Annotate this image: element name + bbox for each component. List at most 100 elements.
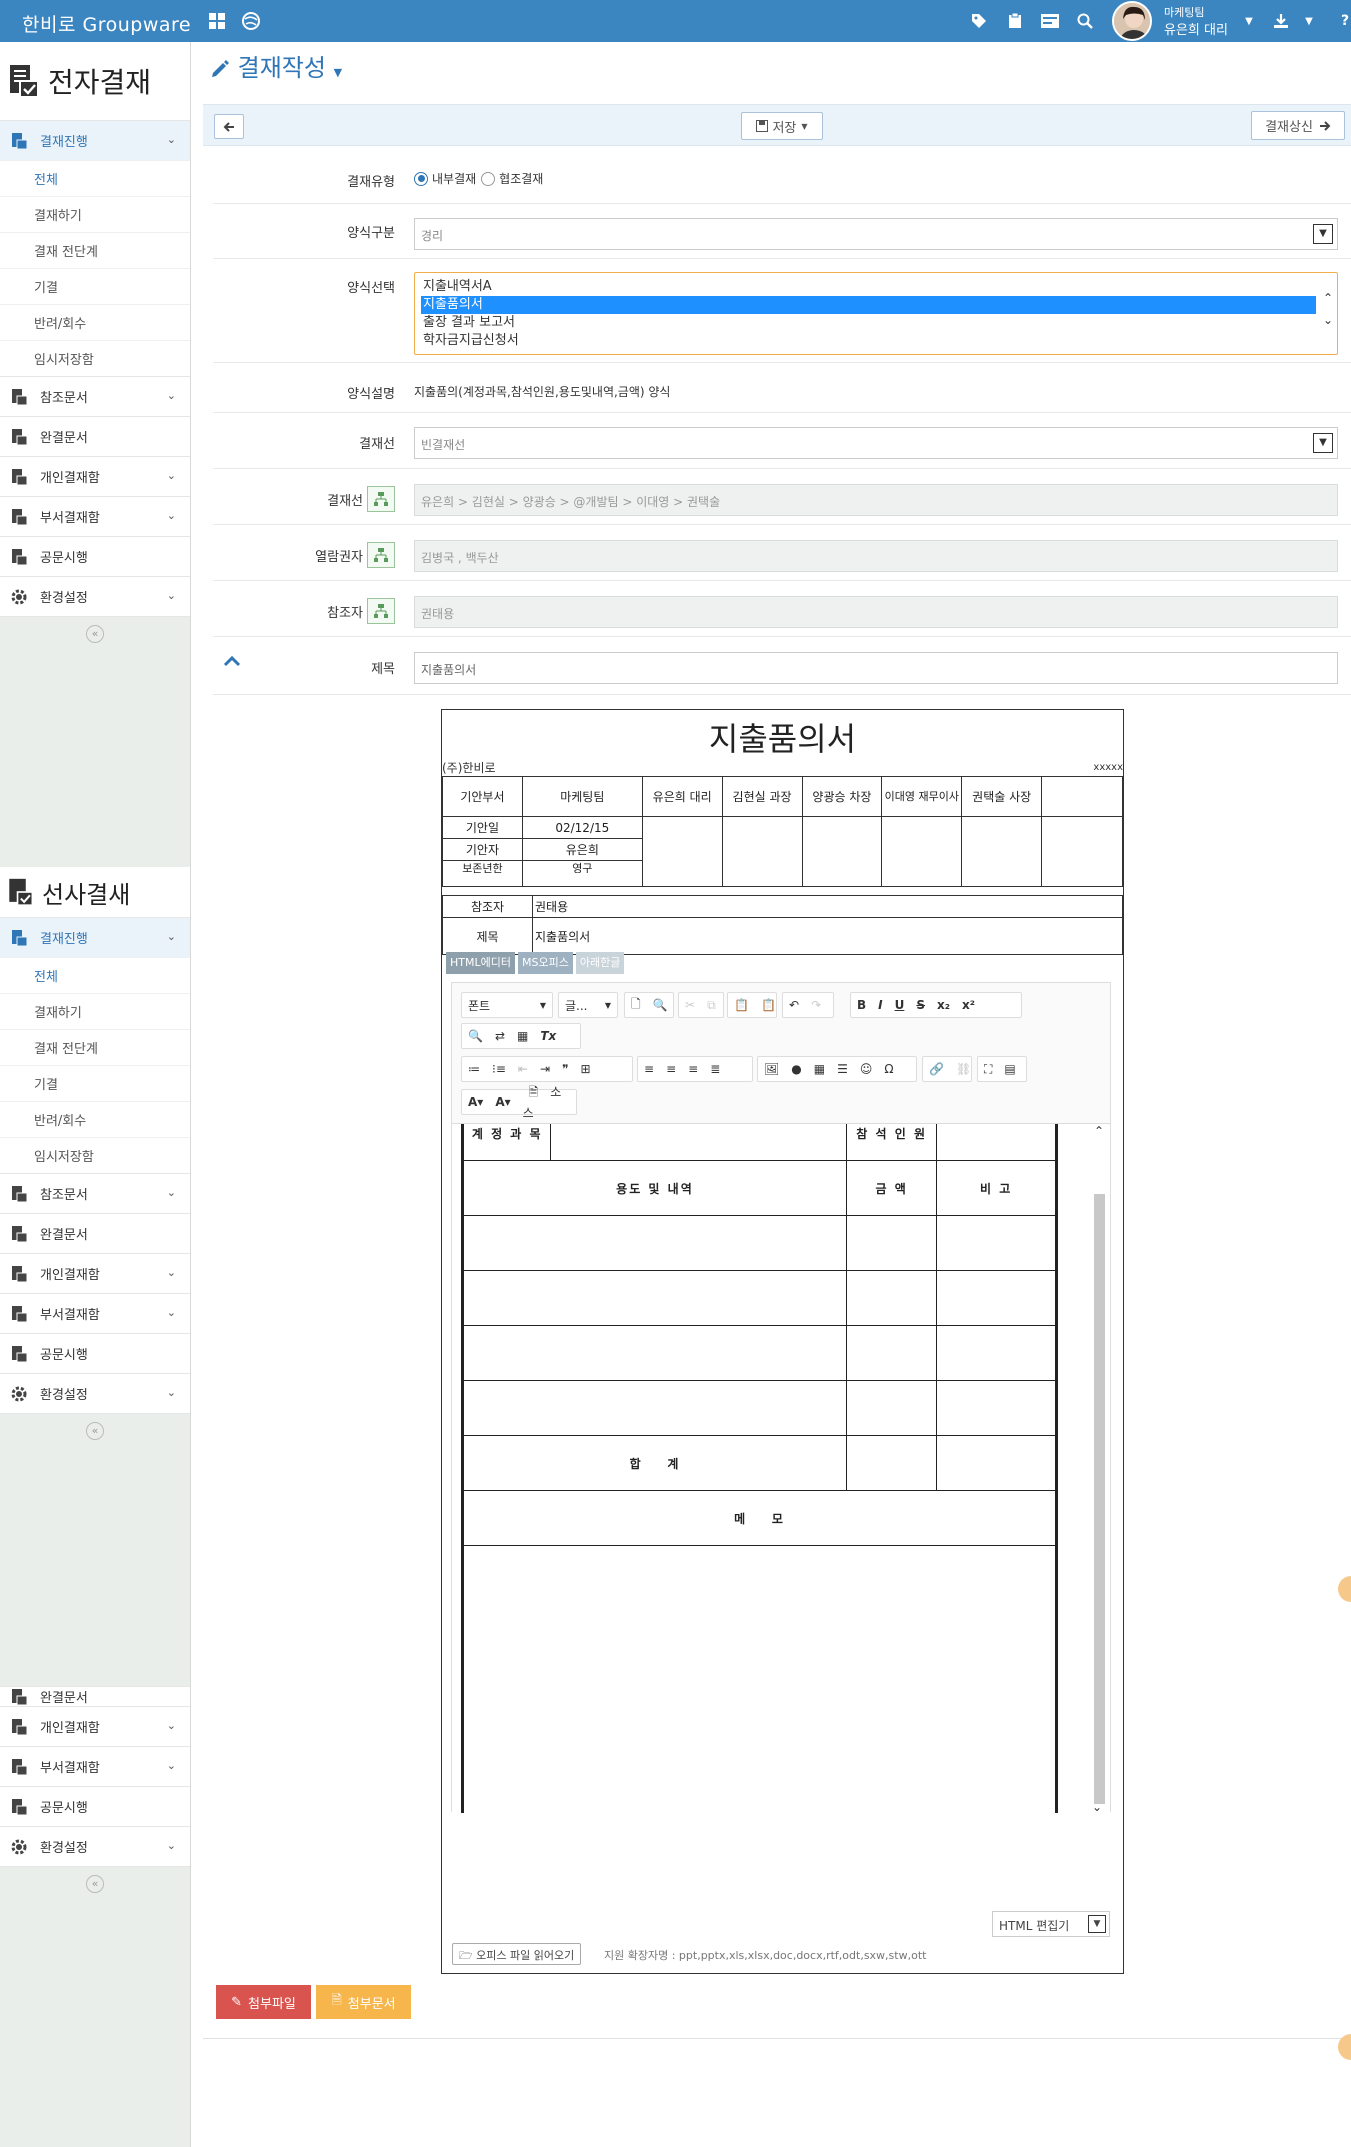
strike-icon[interactable]: S [910, 998, 931, 1012]
globe-icon[interactable] [240, 10, 262, 32]
redo-icon[interactable]: ↷ [805, 998, 827, 1012]
special-char-icon[interactable]: Ω [878, 1062, 899, 1076]
horizontal-rule-icon[interactable]: ☰ [831, 1062, 854, 1076]
form-option-selected[interactable]: 지출품의서 [421, 296, 1316, 314]
tab-ms-office[interactable]: MS오피스 [517, 952, 573, 974]
chevron-down-icon[interactable]: ⌄ [167, 1386, 176, 1399]
unlink-icon[interactable]: ⛓ [950, 1062, 977, 1076]
align-left-icon[interactable]: ≡ [638, 1062, 660, 1076]
sidebar-sub-all[interactable]: 전체 [0, 160, 190, 196]
card-icon[interactable] [1039, 10, 1061, 32]
download-icon[interactable] [1270, 10, 1292, 32]
bold-icon[interactable]: B [851, 998, 872, 1012]
bg-color-icon[interactable]: A▾ [489, 1095, 516, 1109]
tag-icon[interactable] [968, 10, 990, 32]
sidebar-sub-approve[interactable]: 결재하기 [0, 993, 190, 1029]
note-cell[interactable] [936, 1270, 1057, 1326]
usage-cell[interactable] [462, 1270, 847, 1326]
maximize-icon[interactable]: ⛶ [978, 1062, 998, 1077]
radio-internal[interactable] [414, 171, 428, 186]
tab-html-editor[interactable]: HTML에디터 [446, 952, 515, 974]
sidebar-sub-done[interactable]: 기결 [0, 268, 190, 304]
chevron-down-icon[interactable]: ⌄ [167, 1719, 176, 1732]
clipboard-icon[interactable] [1004, 10, 1026, 32]
scroll-up-icon[interactable]: ⌃ [1323, 287, 1333, 309]
outdent-icon[interactable]: ⇤ [512, 1062, 534, 1076]
scroll-thumb[interactable] [1094, 1194, 1105, 1804]
sidebar-item-reference[interactable]: 참조문서 ⌄ [0, 376, 190, 416]
bullet-list-icon[interactable]: ⁝≡ [486, 1062, 512, 1076]
div-icon[interactable]: ⊞ [574, 1062, 596, 1076]
sidebar-sub-pre-step[interactable]: 결재 전단계 [0, 1029, 190, 1065]
page-title[interactable]: 결재작성 ▼ [210, 48, 342, 83]
sidebar-collapse-button[interactable]: « [0, 1866, 190, 1900]
app-logo[interactable]: 한비로 Groupware [22, 10, 191, 37]
align-justify-icon[interactable]: ≣ [704, 1062, 726, 1076]
cut-icon[interactable]: ✂ [679, 998, 701, 1012]
sidebar-item-in-progress[interactable]: 결재진행 ⌄ [0, 120, 190, 160]
search-icon[interactable] [1074, 10, 1096, 32]
account-value[interactable] [550, 1124, 847, 1161]
subject-input[interactable]: 지출품의서 [414, 652, 1338, 684]
chevron-down-icon[interactable]: ⌄ [167, 930, 176, 943]
chevron-down-icon[interactable]: ⌄ [167, 133, 176, 146]
amount-cell[interactable] [845, 1215, 938, 1271]
office-file-button[interactable]: 🗁 오피스 파일 읽어오기 [452, 1943, 582, 1965]
form-select-listbox[interactable]: 지출내역서A 지출품의서 출장 결과 보고서 학자금지급신청서 ⌃ ⌄ [414, 272, 1338, 355]
underline-icon[interactable]: U [889, 998, 911, 1012]
sidebar-item-official[interactable]: 공문시행 [0, 1333, 190, 1373]
user-menu-caret-icon[interactable]: ▼ [1238, 10, 1260, 32]
attendees-value[interactable] [936, 1124, 1057, 1161]
sidebar-item-official[interactable]: 공문시행 [0, 536, 190, 576]
reference-picker-button[interactable] [367, 598, 395, 624]
smiley-icon[interactable]: ☺ [854, 1062, 879, 1076]
sidebar-sub-done[interactable]: 기결 [0, 1065, 190, 1101]
usage-cell[interactable] [462, 1215, 847, 1271]
select-all-icon[interactable]: ▦ [511, 1029, 534, 1043]
sidebar-sub-pre-step[interactable]: 결재 전단계 [0, 232, 190, 268]
approval-line-select[interactable]: 빈결재선 ▼ [414, 427, 1338, 459]
font-family-select[interactable]: 폰트 ▼ [461, 992, 553, 1018]
link-icon[interactable]: 🔗 [923, 1062, 950, 1076]
remove-format-icon[interactable]: Tx [534, 1029, 562, 1043]
caret-down-icon[interactable]: ▼ [334, 66, 342, 79]
floating-help-icon[interactable] [1338, 1576, 1351, 1602]
amount-cell[interactable] [845, 1270, 938, 1326]
form-option[interactable]: 출장 결과 보고서 [421, 314, 1316, 332]
help-icon[interactable]: ? [1334, 10, 1351, 32]
total-amount[interactable] [845, 1435, 938, 1491]
font-size-select[interactable]: 글... ▼ [558, 992, 618, 1018]
sidebar-item-department[interactable]: 부서결재함 ⌄ [0, 496, 190, 536]
memo-cell[interactable] [462, 1545, 1057, 1813]
user-avatar[interactable] [1112, 1, 1152, 41]
sidebar-sub-drafts[interactable]: 임시저장함 [0, 340, 190, 376]
sidebar-collapse-button[interactable]: « [0, 1413, 190, 1447]
sidebar-sub-rejected[interactable]: 반려/회수 [0, 1101, 190, 1137]
paste-text-icon[interactable]: 📋 [755, 998, 782, 1012]
approval-line-field[interactable]: 유은희 > 김현실 > 양광승 > @개발팀 > 이대영 > 권택술 [414, 484, 1338, 516]
scroll-down-icon[interactable]: ⌄ [1092, 1800, 1102, 1813]
flash-icon[interactable]: ● [785, 1062, 807, 1076]
scroll-up-icon[interactable]: ⌃ [1092, 1124, 1106, 1138]
sidebar-item-personal[interactable]: 개인결재함 ⌄ [0, 1706, 190, 1746]
subscript-icon[interactable]: x₂ [931, 998, 956, 1012]
italic-icon[interactable]: I [872, 998, 888, 1012]
align-right-icon[interactable]: ≡ [682, 1062, 704, 1076]
sidebar-item-personal[interactable]: 개인결재함 ⌄ [0, 456, 190, 496]
sidebar-item-in-progress[interactable]: 결재진행 ⌄ [0, 917, 190, 957]
reference-field[interactable]: 권태용 [414, 596, 1338, 628]
superscript-icon[interactable]: x² [956, 998, 981, 1012]
tab-hwp[interactable]: 아래한글 [575, 952, 625, 974]
note-cell[interactable] [936, 1380, 1057, 1436]
chevron-down-icon[interactable]: ⌄ [167, 1306, 176, 1319]
usage-cell[interactable] [462, 1380, 847, 1436]
form-category-select[interactable]: 경리 ▼ [414, 218, 1338, 250]
new-page-icon[interactable]: 🗋 [625, 995, 647, 1016]
sidebar-item-settings[interactable]: 환경설정 ⌄ [0, 1826, 190, 1866]
sidebar-item-completed[interactable]: 완결문서 [0, 416, 190, 456]
amount-cell[interactable] [845, 1380, 938, 1436]
sidebar-item-official[interactable]: 공문시행 [0, 1786, 190, 1826]
note-cell[interactable] [936, 1325, 1057, 1381]
save-button[interactable]: 저장 ▼ [741, 112, 823, 140]
show-blocks-icon[interactable]: ▤ [998, 1062, 1021, 1076]
